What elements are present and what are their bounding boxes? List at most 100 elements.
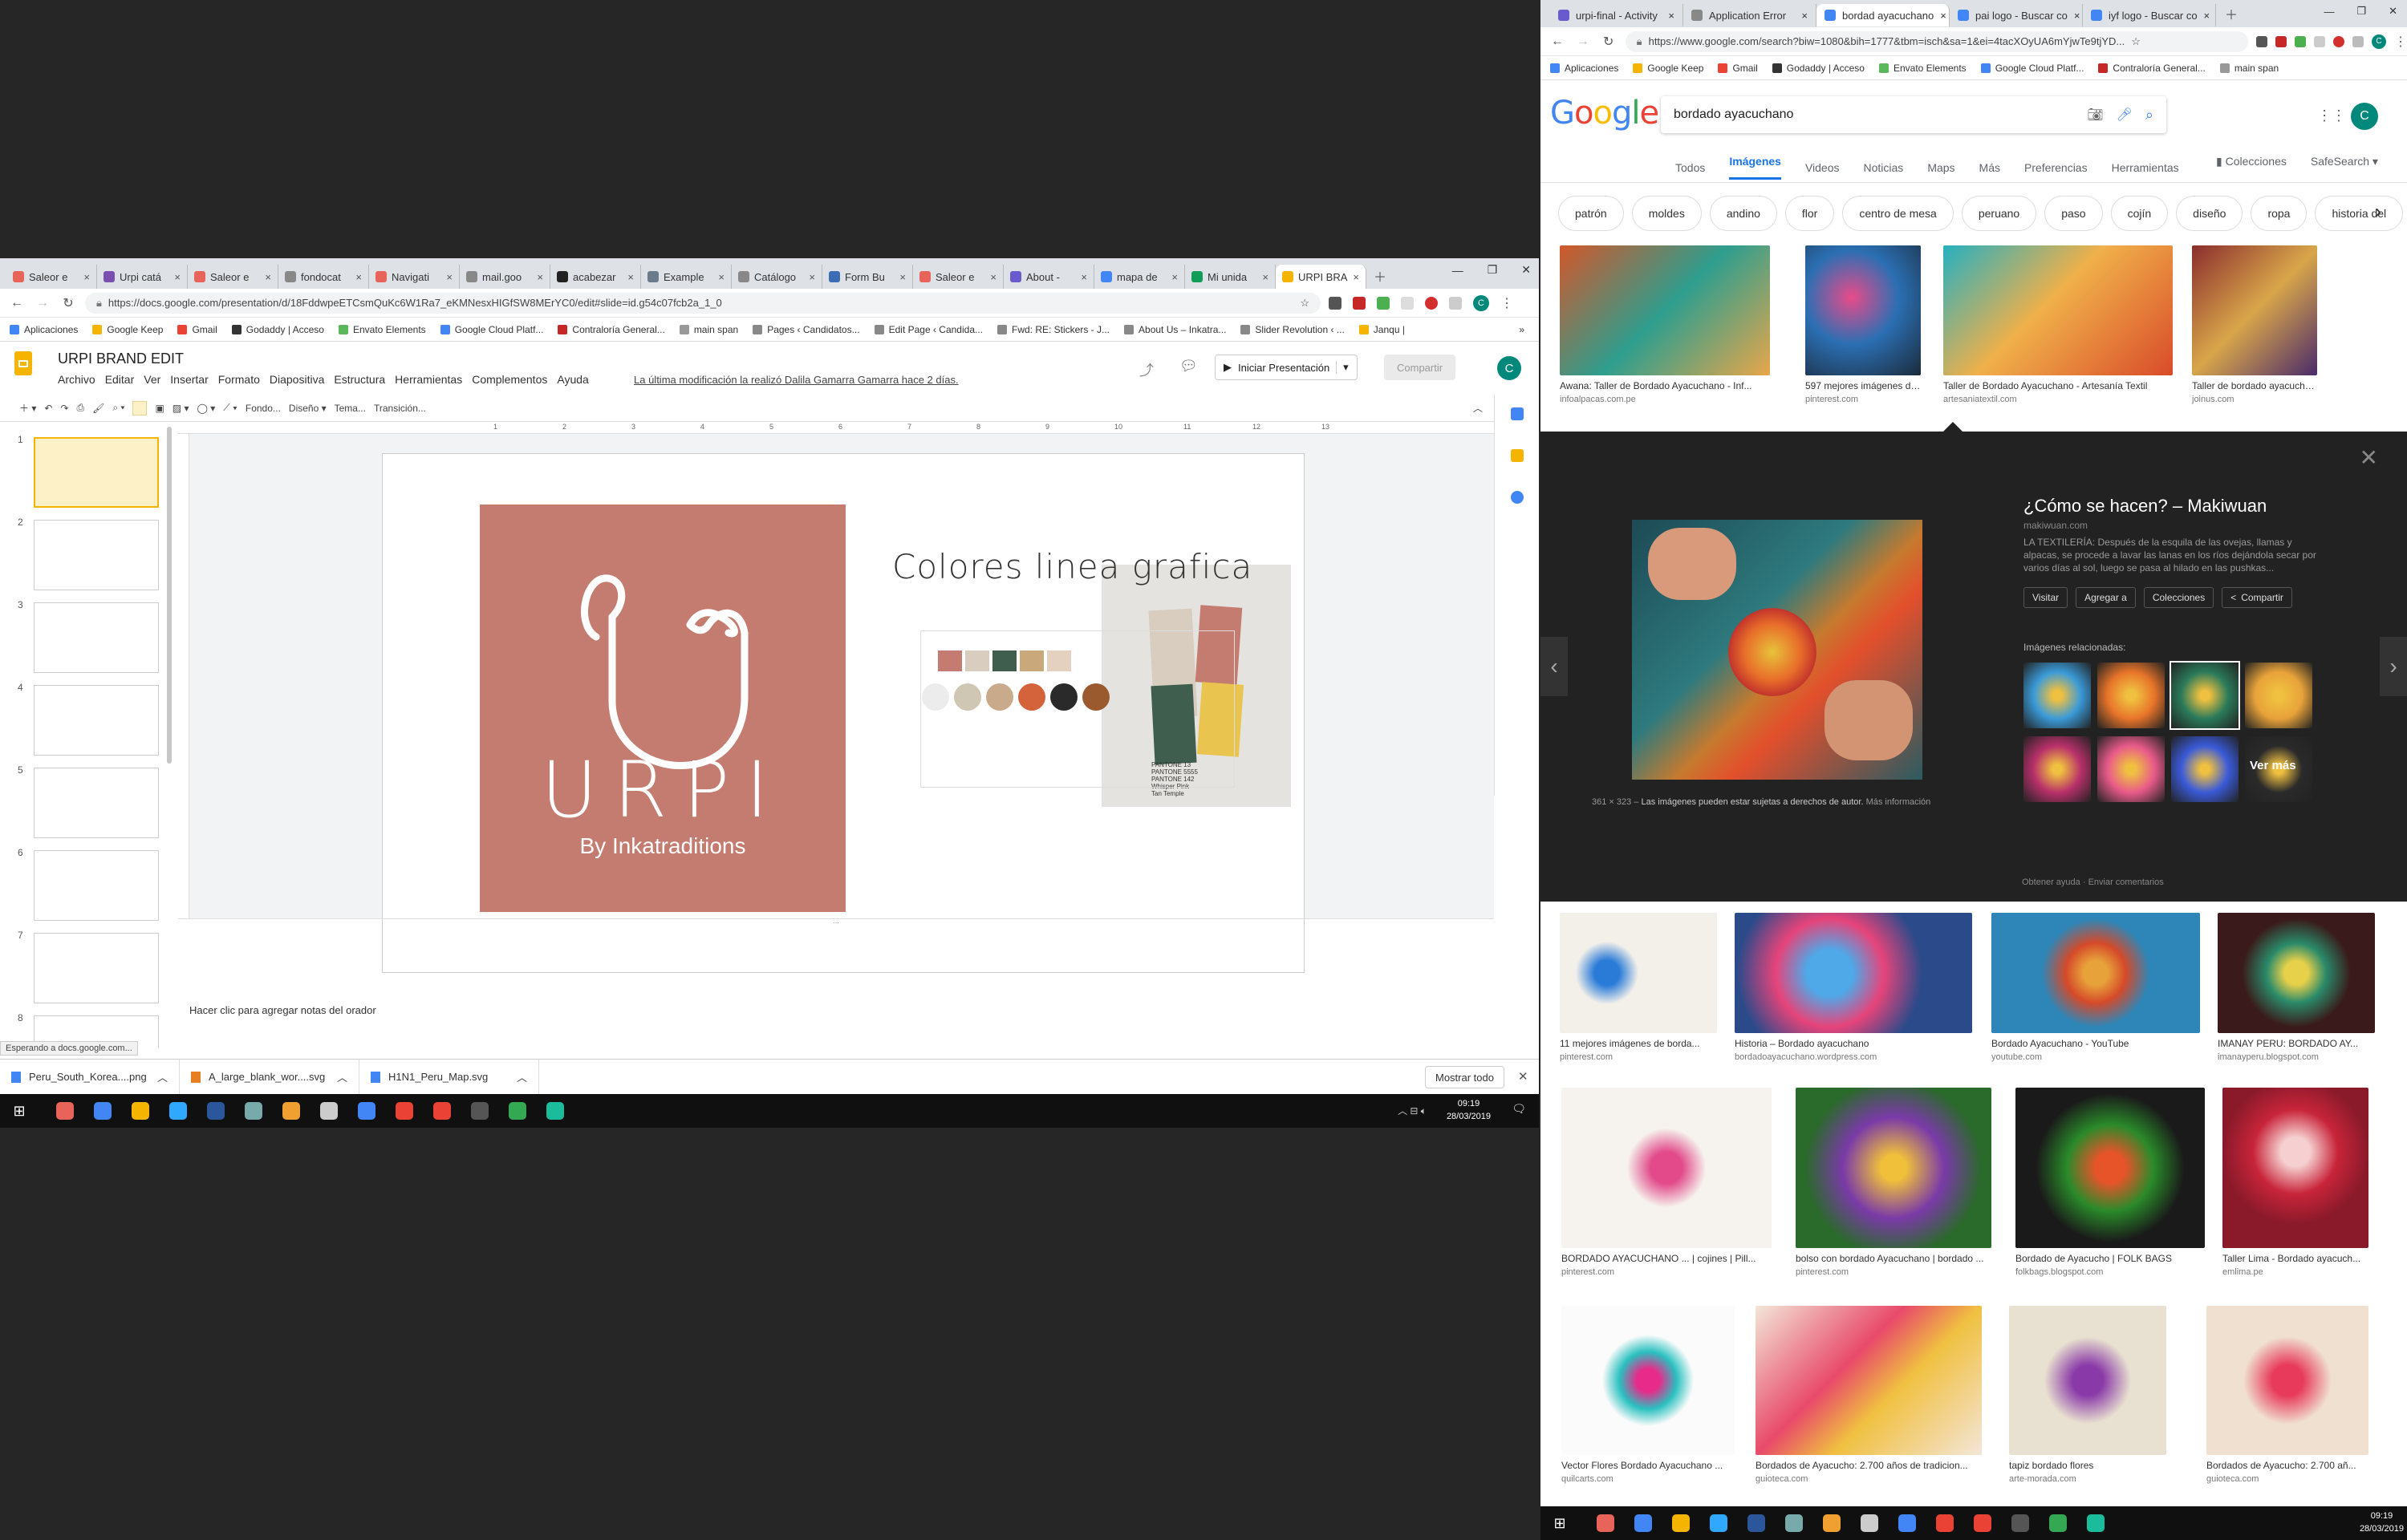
image-result[interactable] (2009, 1306, 2166, 1455)
result-title[interactable]: tapiz bordado flores (2009, 1460, 2166, 1471)
menu-item[interactable]: Herramientas (395, 373, 462, 386)
bookmark-item[interactable]: main span (679, 324, 738, 335)
maximize-icon[interactable]: ❐ (2356, 5, 2366, 18)
tab-close-icon[interactable]: × (1801, 10, 1808, 22)
taskbar-app-icon[interactable] (391, 1097, 418, 1125)
tab-close-icon[interactable]: × (2204, 10, 2210, 22)
comments-icon[interactable]: 💬︎ (1179, 358, 1198, 375)
search-tab[interactable]: Maps (1927, 161, 1954, 174)
search-tab[interactable]: Noticias (1864, 161, 1904, 174)
image-icon[interactable]: ▨ ▾ (173, 403, 189, 414)
taskbar-app-icon[interactable] (127, 1097, 154, 1125)
menu-item[interactable]: Ayuda (557, 373, 588, 386)
slide-thumbnail[interactable] (34, 850, 159, 921)
browser-tab[interactable]: mail.goo × (460, 265, 550, 289)
result-title[interactable]: BORDADO AYACUCHANO ... | cojines | Pill.… (1561, 1253, 1772, 1264)
new-tab-plus-icon[interactable]: ＋ (1371, 267, 1389, 285)
prev-image-arrow-icon[interactable]: ‹ (1540, 637, 1568, 696)
bookmark-item[interactable]: Contraloría General... (2098, 63, 2206, 74)
bookmark-item[interactable]: Aplicaciones (10, 324, 78, 335)
preview-action-button[interactable]: < Compartir (2222, 587, 2292, 608)
browser-tab[interactable]: Saleor e × (6, 265, 97, 289)
related-image-thumb[interactable] (2170, 661, 2240, 730)
tab-close-icon[interactable]: × (2074, 10, 2080, 22)
image-result[interactable] (2222, 1088, 2368, 1248)
extension-icon[interactable] (1425, 296, 1438, 310)
preview-site[interactable]: makiwuan.com (2023, 520, 2088, 531)
related-image-thumb[interactable] (2023, 663, 2091, 728)
related-search-chip[interactable]: diseño (2176, 196, 2243, 231)
taskbar-app-icon[interactable] (1630, 1510, 1657, 1537)
taskbar-app-icon[interactable] (1969, 1510, 1996, 1537)
taskbar-app-icon[interactable] (1818, 1510, 1845, 1537)
bookmark-item[interactable]: Aplicaciones (1550, 63, 1618, 74)
related-search-chip[interactable]: historia del (2315, 196, 2404, 231)
menu-item[interactable]: Complementos (472, 373, 547, 386)
tab-close-icon[interactable]: × (1171, 271, 1178, 283)
calendar-icon[interactable] (1510, 407, 1524, 420)
browser-tab[interactable]: Application Error × (1683, 4, 1816, 26)
related-image-thumb[interactable] (2245, 663, 2312, 728)
address-bar[interactable]: 🔒︎ https://www.google.com/search?biw=108… (1625, 30, 2248, 52)
forward-arrow-icon[interactable]: → (34, 294, 51, 312)
notes-resize-handle[interactable]: ⋯ (178, 918, 1494, 926)
menu-item[interactable]: Formato (218, 373, 260, 386)
taskbar-app-icon[interactable] (1894, 1510, 1921, 1537)
download-item[interactable]: H1N1_Peru_Map.svg ︿ (359, 1059, 539, 1095)
download-item[interactable]: Peru_South_Korea....png ︿ (0, 1059, 180, 1095)
collapse-chevron-icon[interactable]: ︿ (1473, 401, 1483, 415)
speaker-notes[interactable]: Hacer clic para agregar notas del orador (189, 1004, 376, 1016)
extension-icon[interactable] (2314, 35, 2325, 47)
taskbar-app-icon[interactable] (1705, 1510, 1732, 1537)
bookmark-star-icon[interactable]: ☆ (2131, 35, 2141, 48)
close-window-icon[interactable]: ✕ (1521, 263, 1531, 277)
activity-chart-icon[interactable]: ⤴ (1139, 359, 1154, 380)
taskbar-app-icon[interactable] (1667, 1510, 1695, 1537)
microphone-icon[interactable]: 🎤︎ (2117, 107, 2133, 123)
image-result[interactable] (2192, 245, 2317, 375)
related-search-chip[interactable]: patrón (1558, 196, 1624, 231)
bookmark-star-icon[interactable]: ☆ (1300, 297, 1309, 310)
color-swatch-square[interactable] (992, 650, 1017, 671)
select-icon[interactable] (132, 400, 148, 415)
taskbar-app-icon[interactable] (353, 1097, 380, 1125)
search-tab[interactable]: Videos (1805, 161, 1840, 174)
related-image-thumb[interactable] (2023, 736, 2091, 802)
result-title[interactable]: 11 mejores imágenes de borda... (1560, 1038, 1717, 1049)
taskbar-app-icon[interactable] (89, 1097, 116, 1125)
bookmark-item[interactable]: Google Keep (1633, 63, 1703, 74)
related-image-thumb[interactable] (2097, 736, 2165, 802)
result-title[interactable]: Bordado de Ayacucho | FOLK BAGS (2015, 1253, 2205, 1264)
help-link[interactable]: Obtener ayuda (2022, 877, 2080, 887)
taskbar-app-icon[interactable] (1743, 1510, 1770, 1537)
transition-button[interactable]: Transición... (374, 403, 426, 414)
search-tab[interactable]: Imágenes (1729, 155, 1781, 180)
undo-icon[interactable]: ↶ (44, 403, 52, 414)
download-item[interactable]: A_large_blank_wor....svg ︿ (180, 1059, 359, 1095)
image-result[interactable] (1943, 245, 2173, 375)
browser-tab[interactable]: Example × (641, 265, 732, 289)
tab-close-icon[interactable]: × (1940, 10, 1946, 22)
tab-close-icon[interactable]: × (265, 271, 271, 283)
chips-next-arrow-icon[interactable]: › (2375, 201, 2381, 223)
browser-tab[interactable]: iyf logo - Buscar co × (2083, 4, 2216, 26)
windows-start-icon[interactable]: ⊞ (1545, 1509, 1574, 1538)
slide-thumbnail[interactable] (34, 437, 159, 508)
next-image-arrow-icon[interactable]: › (2380, 637, 2407, 696)
bookmark-item[interactable]: Contraloría General... (558, 324, 665, 335)
tab-close-icon[interactable]: × (355, 271, 362, 283)
slide-thumbnail[interactable] (34, 933, 159, 1003)
browser-tab[interactable]: bordad ayacuchano × (1816, 4, 1950, 26)
taskbar-app-icon[interactable] (164, 1097, 192, 1125)
menu-item[interactable]: Archivo (58, 373, 95, 386)
color-swatch-circle[interactable] (1050, 683, 1078, 711)
result-title[interactable]: bolso con bordado Ayacuchano | bordado .… (1796, 1253, 1991, 1264)
reload-icon[interactable]: ↻ (1600, 33, 1618, 51)
urpi-logo-tile[interactable]: URPI By Inkatraditions (480, 505, 846, 912)
print-icon[interactable]: ⎙ (76, 402, 84, 414)
slide-thumbnail[interactable] (34, 768, 159, 838)
taskbar-app-icon[interactable] (1931, 1510, 1958, 1537)
tab-close-icon[interactable]: × (174, 271, 181, 283)
taskbar-app-icon[interactable] (51, 1097, 79, 1125)
profile-avatar[interactable]: C (2372, 34, 2386, 49)
